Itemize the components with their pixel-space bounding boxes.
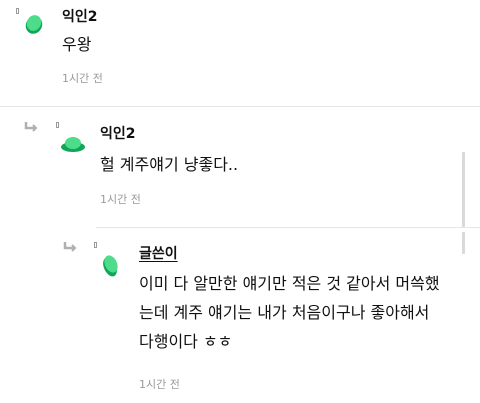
comment-body: 우왕	[62, 35, 92, 54]
green-leaf-avatar-icon[interactable]	[99, 252, 121, 278]
comment-nickname[interactable]: 익인2	[100, 127, 136, 141]
comment-body: 이미 다 알만한 얘기만 적은 것 같아서 머쓱했 는데 계주 얘기는 내가 처…	[139, 269, 440, 356]
reply-thread-indicator	[462, 152, 465, 227]
comment-nickname[interactable]: 익인2	[62, 10, 98, 24]
comment-body-line: 이미 다 알만한 얘기만 적은 것 같아서 머쓱했	[139, 274, 440, 293]
comment-body-line: 다행이다 ㅎㅎ	[139, 332, 233, 351]
reply-thread-indicator	[462, 232, 465, 254]
comment-divider	[96, 227, 480, 228]
comment-divider	[0, 106, 480, 107]
comment-body-line: 는데 계주 얘기는 내가 처음이구나 좋아해서	[139, 303, 430, 322]
comment-body: 헐 계주얘기 냥좋다..	[100, 155, 239, 174]
comment-time: 1시간 전	[100, 193, 141, 206]
comment-thread: 익인2 우왕 1시간 전 익인2 헐 계주얘기 냥좋다.. 1시간 전 글쓴이	[0, 0, 480, 403]
green-blob-avatar-icon[interactable]	[22, 12, 46, 36]
report-marker-icon[interactable]	[56, 122, 59, 128]
report-marker-icon[interactable]	[16, 8, 19, 14]
green-flat-avatar-icon[interactable]	[60, 134, 86, 154]
author-nickname[interactable]: 글쓴이	[139, 247, 178, 261]
reply-arrow-icon	[24, 122, 38, 132]
comment-time: 1시간 전	[62, 72, 103, 85]
comment-time: 1시간 전	[139, 378, 180, 391]
reply-arrow-icon	[63, 242, 77, 252]
report-marker-icon[interactable]	[94, 242, 97, 248]
